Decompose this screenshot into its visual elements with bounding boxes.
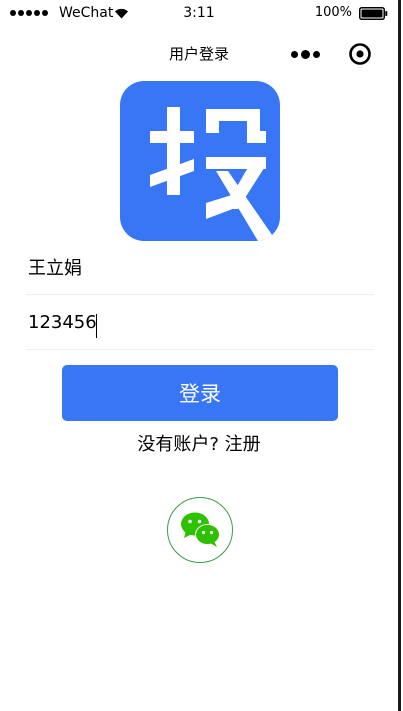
more-dots-icon (290, 50, 298, 58)
wechat-icon (181, 512, 220, 547)
battery-icon (359, 7, 388, 20)
page-title: 用户登录 (168, 45, 229, 63)
password-field (26, 296, 374, 350)
login-button[interactable]: 登录 (62, 365, 338, 421)
password-input[interactable] (28, 296, 368, 348)
more-dot-middle (300, 49, 310, 59)
close-miniprogram-button[interactable] (346, 40, 374, 68)
more-dot-right (312, 50, 320, 58)
username-field (26, 241, 374, 295)
more-button[interactable] (289, 42, 321, 66)
wechat-login-button[interactable] (167, 497, 233, 563)
register-link[interactable]: 没有账户? 注册 (0, 433, 398, 457)
status-bar: WeChat 3:11 100% (0, 0, 398, 28)
app-logo (120, 81, 280, 241)
username-input[interactable] (28, 241, 368, 293)
nav-bar: 用户登录 (0, 28, 398, 80)
battery-percent: 100% (314, 5, 352, 20)
text-caret (96, 314, 97, 338)
phone-screen: WeChat 3:11 100% 用户登录 王立娟 123456 登录 没有账户… (0, 0, 401, 711)
